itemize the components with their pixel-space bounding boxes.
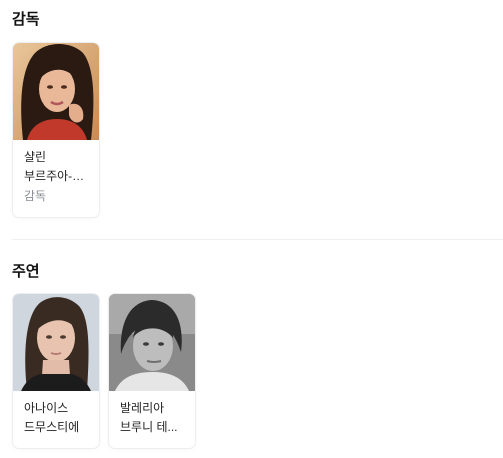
person-name: 아나이스 드무스티에: [24, 401, 80, 434]
actor-photo: [109, 294, 195, 391]
person-card-director[interactable]: 샬린 부르주아-타케... 감독: [13, 43, 99, 217]
person-card-cast-2[interactable]: 발레리아 브루니 테...: [109, 294, 195, 448]
director-section-title: 감독: [12, 11, 40, 28]
actor-photo: [13, 294, 99, 391]
director-photo: [13, 43, 99, 140]
person-name: 발레리아 브루니 테...: [120, 401, 178, 434]
person-card-cast-1[interactable]: 아나이스 드무스티에: [13, 294, 99, 448]
person-role: 감독: [24, 189, 47, 203]
section-divider: [12, 239, 503, 240]
cast-section-title: 주연: [12, 263, 40, 280]
person-name: 샬린 부르주아-타케...: [24, 150, 73, 183]
